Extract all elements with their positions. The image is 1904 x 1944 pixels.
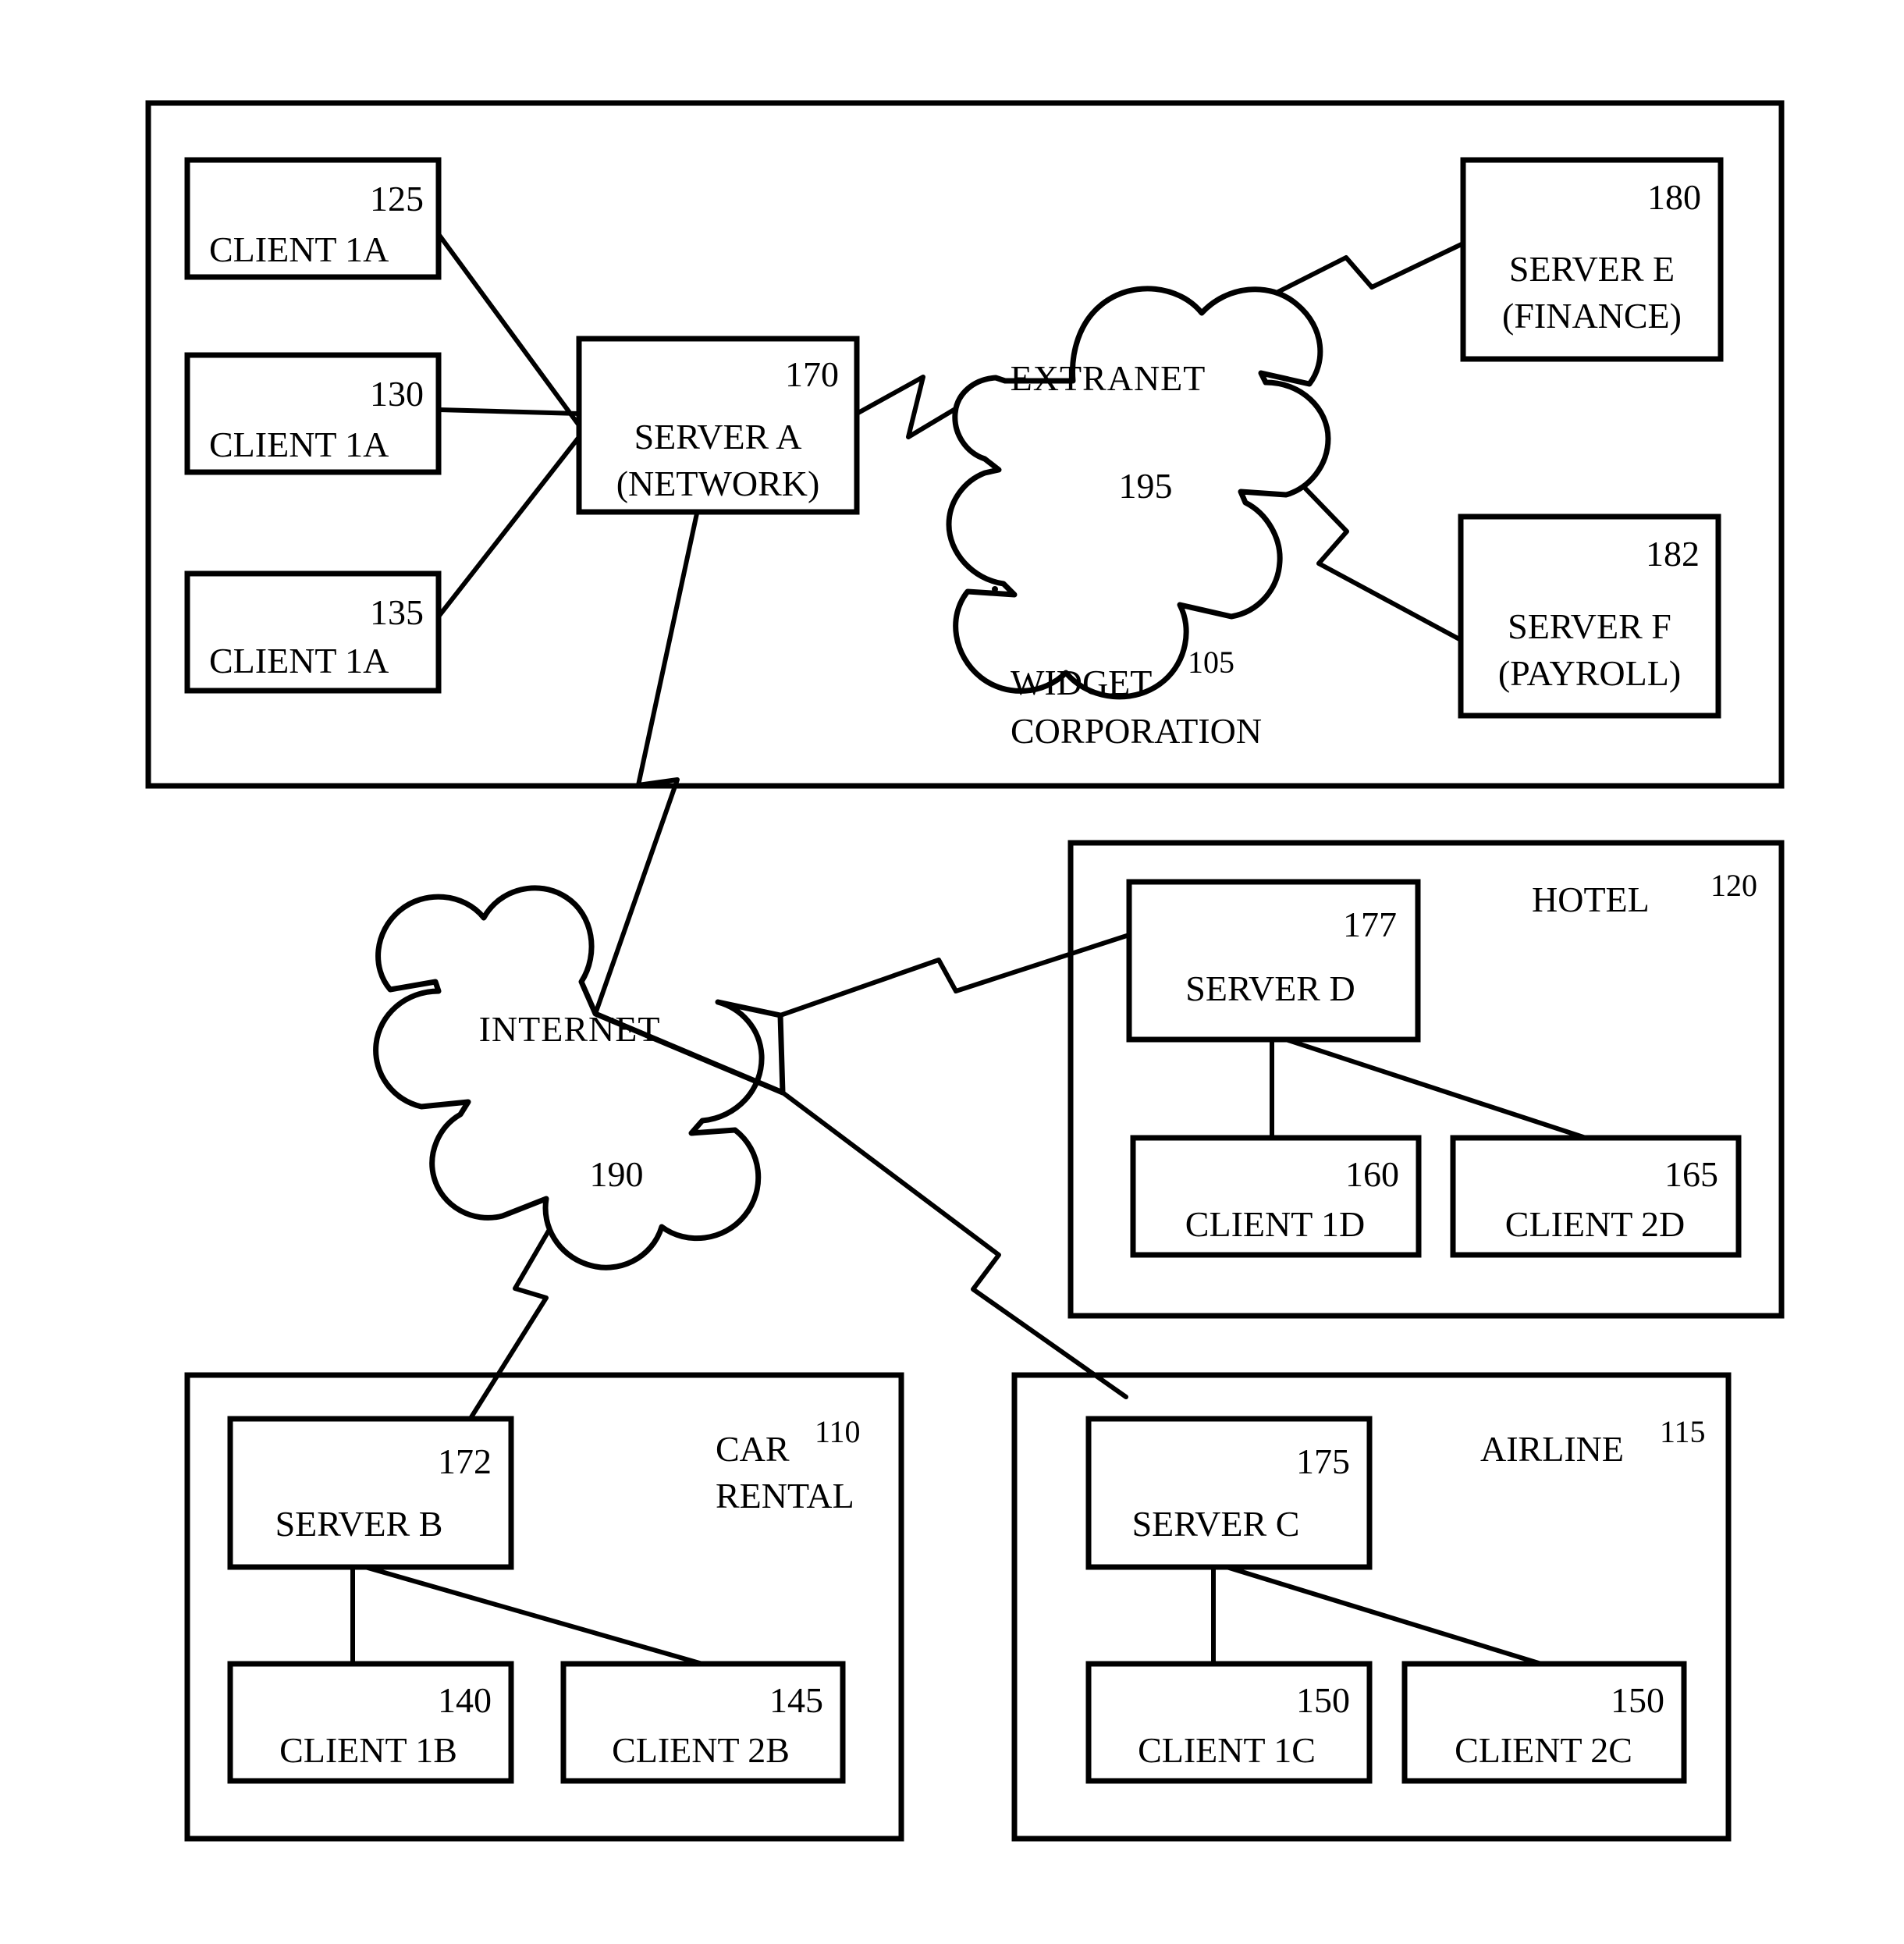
node-client-1a-125[interactable]: 125 CLIENT 1A <box>184 157 442 280</box>
group-name-car-rental-line1: CAR <box>716 1429 790 1469</box>
node-client-2c[interactable]: 150 CLIENT 2C <box>1401 1661 1687 1784</box>
group-label-car-rental: CAR 110 RENTAL <box>716 1414 861 1516</box>
node-ref-client-1d: 160 <box>1345 1154 1399 1194</box>
node-label-server-c: SERVER C <box>1132 1504 1300 1544</box>
bolt-internet-serverC <box>780 1090 1128 1399</box>
node-ref-server-a: 170 <box>785 354 839 394</box>
group-ref-hotel: 120 <box>1710 868 1757 903</box>
bolt-internet-serverD <box>778 933 1131 1018</box>
node-ref-server-b: 172 <box>438 1441 492 1481</box>
cloud-ref-internet: 190 <box>590 1154 644 1194</box>
bolt-serverA-internet <box>593 511 699 1016</box>
group-name-airline: AIRLINE <box>1480 1429 1624 1469</box>
node-ref-client-1b: 140 <box>438 1680 492 1720</box>
node-ref-client-1c: 150 <box>1296 1680 1350 1720</box>
node-client-1c[interactable]: 150 CLIENT 1C <box>1085 1661 1373 1784</box>
link-serverB-client2B <box>363 1565 705 1666</box>
node-label-server-f: SERVER F <box>1508 606 1671 646</box>
group-name-widget-line1: WIDGET <box>1011 663 1152 702</box>
link-client125-serverA <box>436 232 581 428</box>
link-serverC-client2C <box>1224 1565 1543 1666</box>
node-server-a[interactable]: 170 SERVER A (NETWORK) <box>576 336 860 515</box>
node-label-client-2c: CLIENT 2C <box>1455 1730 1632 1770</box>
link-serverD-client2D <box>1284 1037 1588 1140</box>
node-server-f[interactable]: 182 SERVER F (PAYROLL) <box>1458 514 1721 719</box>
node-ref-client-2b: 145 <box>769 1680 823 1720</box>
node-client-1b[interactable]: 140 CLIENT 1B <box>227 1661 514 1784</box>
node-client-2b[interactable]: 145 CLIENT 2B <box>560 1661 846 1784</box>
group-label-airline: AIRLINE 115 <box>1480 1414 1706 1469</box>
node-label-client-1a-135: CLIENT 1A <box>209 641 389 681</box>
group-ref-airline: 115 <box>1660 1414 1706 1449</box>
node-label-server-e: SERVER E <box>1509 249 1675 289</box>
cloud-ref-extranet: 195 <box>1119 466 1173 506</box>
node-server-d[interactable]: 177 SERVER D <box>1126 879 1421 1043</box>
node-label-server-b: SERVER B <box>275 1504 443 1544</box>
node-label-client-1c: CLIENT 1C <box>1138 1730 1316 1770</box>
node-label-client-1d: CLIENT 1D <box>1185 1204 1365 1244</box>
group-name-car-rental-line2: RENTAL <box>716 1476 854 1516</box>
group-label-hotel: HOTEL 120 <box>1532 868 1757 919</box>
node-client-1a-130[interactable]: 130 CLIENT 1A <box>184 352 442 475</box>
group-ref-car-rental: 110 <box>815 1414 861 1449</box>
group-name-widget-line2: CORPORATION <box>1011 711 1262 751</box>
network-architecture-diagram: EXTRANET 195 INTERNET 190 125 CLIENT 1A … <box>145 100 1785 1842</box>
group-ref-widget: 105 <box>1188 645 1234 680</box>
node-client-1a-135[interactable]: 135 CLIENT 1A <box>184 570 442 694</box>
cloud-extranet: EXTRANET 195 <box>946 286 1331 700</box>
node-sublabel-server-a: (NETWORK) <box>616 464 820 503</box>
node-server-b[interactable]: 172 SERVER B <box>227 1416 514 1570</box>
link-client135-serverA <box>436 435 581 619</box>
node-ref-client-2d: 165 <box>1664 1154 1718 1194</box>
figure-canvas: EXTRANET 195 INTERNET 190 125 CLIENT 1A … <box>0 0 1904 1944</box>
node-label-server-d: SERVER D <box>1185 968 1355 1008</box>
cloud-internet: INTERNET 190 <box>373 885 786 1271</box>
node-label-client-1b: CLIENT 1B <box>279 1730 457 1770</box>
node-ref-server-f: 182 <box>1646 534 1700 574</box>
node-sublabel-server-f: (PAYROLL) <box>1498 653 1681 693</box>
node-ref-server-c: 175 <box>1296 1441 1350 1481</box>
group-name-hotel: HOTEL <box>1532 880 1650 919</box>
cloud-label-internet: INTERNET <box>479 1009 661 1049</box>
node-label-client-1a-125: CLIENT 1A <box>209 229 389 269</box>
link-client130-serverA <box>436 407 581 416</box>
scan-artifact-dot <box>992 586 998 592</box>
node-server-c[interactable]: 175 SERVER C <box>1085 1416 1373 1570</box>
node-server-e[interactable]: 180 SERVER E (FINANCE) <box>1460 157 1724 362</box>
node-ref-client-2c: 150 <box>1611 1680 1664 1720</box>
node-label-client-2d: CLIENT 2D <box>1505 1204 1685 1244</box>
node-label-server-a: SERVER A <box>634 417 802 457</box>
node-label-client-1a-130: CLIENT 1A <box>209 425 389 464</box>
node-ref-client-1a-125: 125 <box>370 179 424 219</box>
bolt-extranet-serverE <box>1259 241 1465 303</box>
node-ref-server-d: 177 <box>1343 904 1397 944</box>
node-sublabel-server-e: (FINANCE) <box>1502 296 1682 336</box>
node-ref-client-1a-130: 130 <box>370 374 424 414</box>
node-ref-client-1a-135: 135 <box>370 592 424 632</box>
node-ref-server-e: 180 <box>1647 177 1701 217</box>
node-client-1d[interactable]: 160 CLIENT 1D <box>1130 1135 1422 1258</box>
node-label-client-2b: CLIENT 2B <box>612 1730 790 1770</box>
cloud-label-extranet: EXTRANET <box>1011 358 1206 398</box>
node-client-2d[interactable]: 165 CLIENT 2D <box>1450 1135 1742 1258</box>
